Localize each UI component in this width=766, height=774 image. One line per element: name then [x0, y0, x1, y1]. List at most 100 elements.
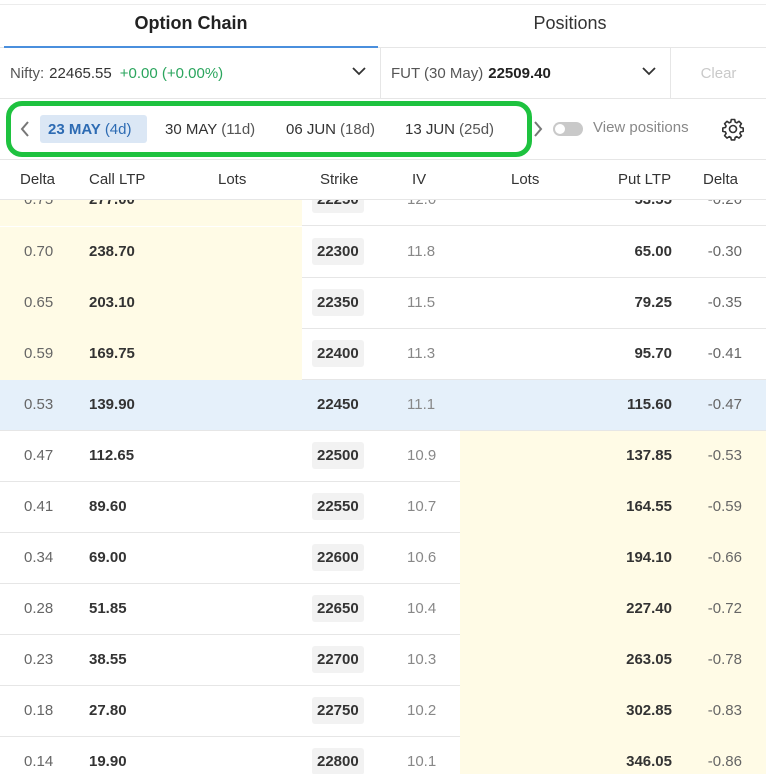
index-name: Nifty:: [10, 64, 45, 82]
put-ltp[interactable]: 164.55: [626, 498, 672, 515]
put-ltp[interactable]: 79.25: [634, 294, 672, 311]
table-row[interactable]: 0.70 238.70 22300 11.8 65.00 -0.30: [0, 227, 766, 278]
view-positions-label: View positions: [593, 119, 689, 136]
tab-positions[interactable]: Positions: [378, 0, 762, 47]
put-delta: -0.59: [707, 498, 742, 515]
put-delta: -0.47: [707, 396, 742, 413]
tab-option-chain[interactable]: Option Chain: [4, 0, 378, 48]
call-ltp[interactable]: 89.60: [89, 498, 127, 515]
expiry-chip-30-may[interactable]: 30 MAY (11d): [157, 115, 263, 143]
put-ltp[interactable]: 137.85: [626, 447, 672, 464]
strike-price: 22650: [312, 595, 364, 622]
implied-volatility: 10.7: [407, 498, 437, 515]
put-delta: -0.66: [707, 549, 742, 566]
chevron-down-icon: [642, 67, 656, 76]
implied-volatility: 11.5: [407, 294, 436, 311]
call-delta: 0.41: [24, 498, 54, 515]
expiry-chip-13-jun[interactable]: 13 JUN (25d): [397, 115, 502, 143]
put-delta: -0.86: [707, 753, 742, 770]
table-row[interactable]: 0.65 203.10 22350 11.5 79.25 -0.35: [0, 278, 766, 329]
expiry-chip-23-may[interactable]: 23 MAY (4d): [40, 115, 147, 143]
table-row[interactable]: 0.28 51.85 22650 10.4 227.40 -0.72: [0, 584, 766, 635]
put-ltp[interactable]: 263.05: [626, 651, 672, 668]
put-ltp[interactable]: 346.05: [626, 753, 672, 770]
strike-price: 22600: [312, 544, 364, 571]
col-strike: Strike: [320, 171, 359, 188]
strike-price: 22550: [312, 493, 364, 520]
table-row[interactable]: 0.34 69.00 22600 10.6 194.10 -0.66: [0, 533, 766, 584]
call-delta: 0.53: [24, 396, 54, 413]
table-header: Delta Call LTP Lots Strike IV Lots Put L…: [0, 160, 766, 200]
call-ltp[interactable]: 139.90: [89, 396, 135, 413]
index-selector[interactable]: Nifty: 22465.55 +0.00 (+0.00%): [0, 48, 381, 98]
implied-volatility: 11.3: [407, 345, 436, 362]
table-row[interactable]: 0.59 169.75 22400 11.3 95.70 -0.41: [0, 329, 766, 380]
table-row[interactable]: 0.18 27.80 22750 10.2 302.85 -0.83: [0, 686, 766, 737]
expiry-chip-06-jun[interactable]: 06 JUN (18d): [278, 115, 383, 143]
put-ltp[interactable]: 302.85: [626, 702, 672, 719]
implied-volatility: 11.1: [407, 396, 436, 413]
chevron-right-icon[interactable]: [531, 119, 545, 139]
strike-price: 22250: [312, 200, 364, 213]
call-delta: 0.34: [24, 549, 54, 566]
expiry-date: 23 MAY: [48, 120, 101, 138]
call-delta: 0.65: [24, 294, 54, 311]
expiry-days: (18d): [340, 120, 376, 138]
expiry-bar: 23 MAY (4d) 30 MAY (11d) 06 JUN (18d) 13 JU…: [0, 99, 766, 160]
table-row[interactable]: 0.41 89.60 22550 10.7 164.55 -0.59: [0, 482, 766, 533]
table-row-atm[interactable]: 0.53 139.90 22450 11.1 115.60 -0.47: [0, 380, 766, 431]
table-row[interactable]: 0.75 277.00 22250 12.0 53.55 -0.26: [0, 200, 766, 226]
call-ltp[interactable]: 27.80: [89, 702, 127, 719]
chevron-left-icon[interactable]: [18, 119, 32, 139]
table-row[interactable]: 0.14 19.90 22800 10.1 346.05 -0.86: [0, 737, 766, 774]
call-ltp[interactable]: 238.70: [89, 243, 135, 260]
option-chain-table: 0.75 277.00 22250 12.0 53.55 -0.26 0.70 …: [0, 200, 766, 774]
col-call-delta: Delta: [20, 171, 56, 188]
strike-price: 22450: [317, 396, 359, 413]
put-delta: -0.35: [707, 294, 742, 311]
clear-button[interactable]: Clear: [671, 48, 766, 98]
call-ltp[interactable]: 203.10: [89, 294, 135, 311]
col-call-ltp: Call LTP: [89, 171, 146, 188]
put-delta: -0.78: [707, 651, 742, 668]
call-ltp[interactable]: 169.75: [89, 345, 135, 362]
put-ltp[interactable]: 65.00: [634, 243, 672, 260]
col-iv: IV: [412, 171, 427, 188]
call-ltp[interactable]: 277.00: [89, 200, 135, 208]
call-delta: 0.70: [24, 243, 54, 260]
implied-volatility: 10.4: [407, 600, 437, 617]
put-ltp[interactable]: 95.70: [634, 345, 672, 362]
strike-price: 22300: [312, 238, 364, 265]
call-ltp[interactable]: 51.85: [89, 600, 127, 617]
put-ltp[interactable]: 227.40: [626, 600, 672, 617]
strike-price: 22800: [312, 748, 364, 774]
strike-price: 22400: [312, 340, 364, 367]
call-delta: 0.14: [24, 753, 54, 770]
put-delta: -0.83: [707, 702, 742, 719]
strike-price: 22350: [312, 289, 364, 316]
col-put-lots: Lots: [511, 171, 540, 188]
chevron-down-icon: [352, 67, 366, 76]
expiry-days: (25d): [459, 120, 495, 138]
call-ltp[interactable]: 69.00: [89, 549, 127, 566]
call-ltp[interactable]: 112.65: [89, 447, 134, 464]
call-delta: 0.47: [24, 447, 54, 464]
call-ltp[interactable]: 19.90: [89, 753, 127, 770]
implied-volatility: 10.9: [407, 447, 437, 464]
implied-volatility: 10.6: [407, 549, 437, 566]
put-delta: -0.41: [707, 345, 742, 362]
view-positions-toggle[interactable]: [553, 122, 583, 136]
table-row[interactable]: 0.23 38.55 22700 10.3 263.05 -0.78: [0, 635, 766, 686]
put-ltp[interactable]: 194.10: [626, 549, 672, 566]
col-put-ltp: Put LTP: [618, 171, 672, 188]
table-row[interactable]: 0.47 112.65 22500 10.9 137.85 -0.53: [0, 431, 766, 482]
gear-icon[interactable]: [721, 117, 745, 141]
implied-volatility: 12.0: [407, 200, 436, 208]
put-ltp[interactable]: 53.55: [634, 200, 672, 208]
call-delta: 0.23: [24, 651, 54, 668]
col-put-delta: Delta: [703, 171, 739, 188]
call-ltp[interactable]: 38.55: [89, 651, 127, 668]
call-delta: 0.59: [24, 345, 54, 362]
futures-selector[interactable]: FUT (30 May) 22509.40: [381, 48, 671, 98]
put-ltp[interactable]: 115.60: [627, 396, 672, 413]
